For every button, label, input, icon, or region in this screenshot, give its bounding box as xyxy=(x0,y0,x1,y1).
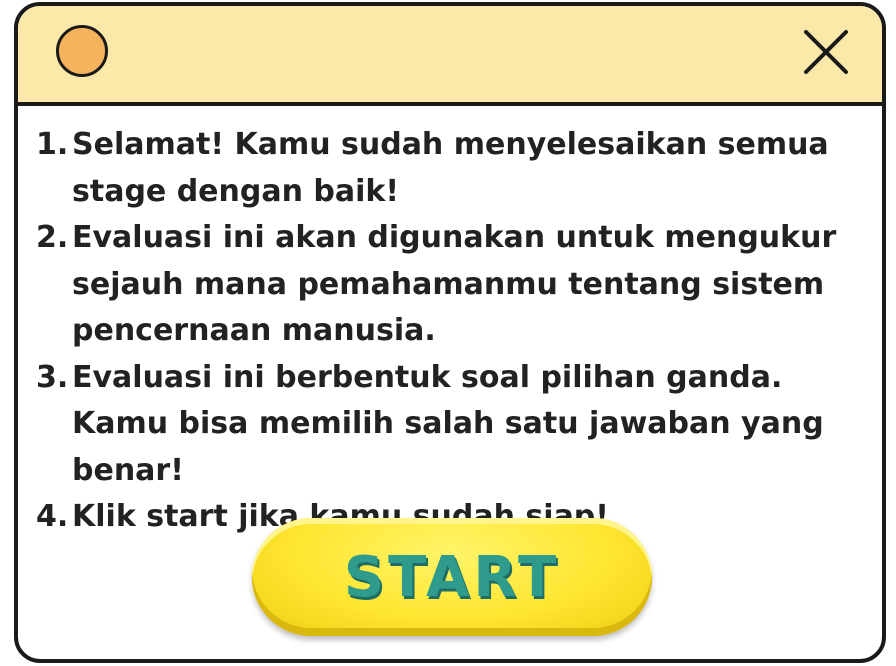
title-bar xyxy=(18,6,882,106)
list-item-text: Selamat! Kamu sudah menyelesaikan semua … xyxy=(72,127,829,209)
close-icon[interactable] xyxy=(800,26,852,78)
instruction-list: 1. Selamat! Kamu sudah menyelesaikan sem… xyxy=(36,122,876,541)
start-button[interactable]: START xyxy=(252,518,652,636)
list-item-number: 2. xyxy=(36,220,69,255)
list-item-number: 3. xyxy=(36,359,69,395)
list-item-number: 1. xyxy=(36,127,69,162)
close-icon-svg xyxy=(804,30,848,74)
instruction-dialog: 1. Selamat! Kamu sudah menyelesaikan sem… xyxy=(14,2,886,663)
list-item: 1. Selamat! Kamu sudah menyelesaikan sem… xyxy=(36,122,876,215)
list-item-text: Evaluasi ini akan digunakan untuk menguk… xyxy=(72,220,837,348)
start-button-label: START xyxy=(343,544,561,610)
orange-circle-icon[interactable] xyxy=(56,25,108,77)
list-item: 2. Evaluasi ini akan digunakan untuk men… xyxy=(36,215,876,355)
list-item: 3. Evaluasi ini berbentuk soal pilihan g… xyxy=(36,355,876,495)
list-item-number: 4. xyxy=(36,499,69,534)
list-item-text: Evaluasi ini berbentuk soal pilihan gand… xyxy=(72,359,824,488)
